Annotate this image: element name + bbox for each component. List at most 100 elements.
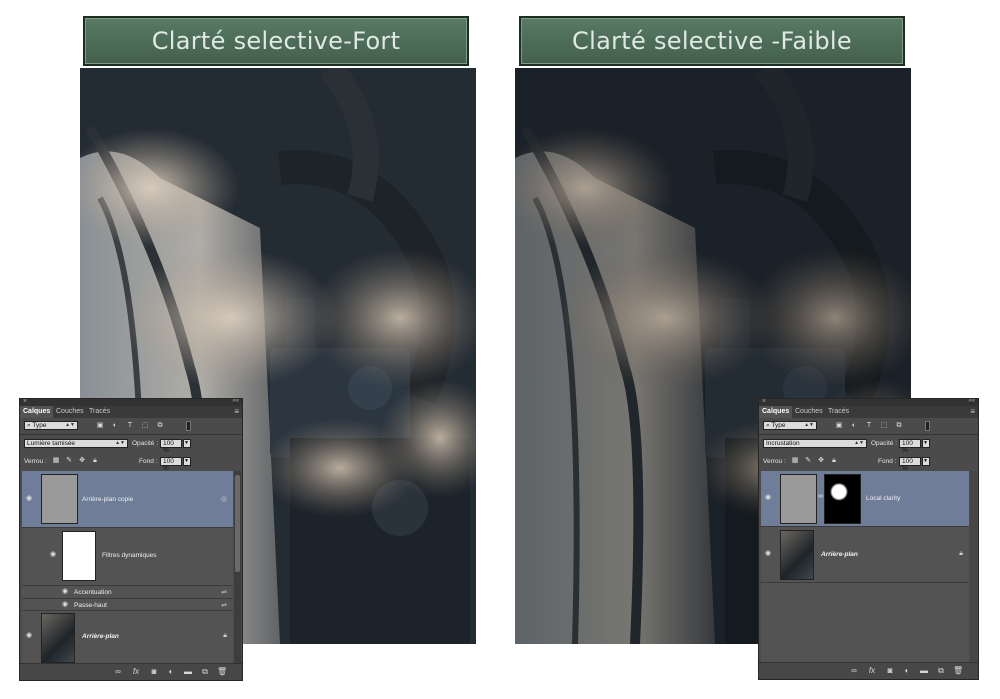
layer-row-arriere-plan[interactable]: ◉ Arrière-plan 🔒︎ <box>761 527 969 583</box>
tab-traces[interactable]: Tracés <box>825 406 852 418</box>
eye-icon[interactable]: ◉ <box>765 550 773 557</box>
close-icon[interactable]: × <box>762 398 766 405</box>
trash-icon[interactable]: 🗑︎ <box>217 667 227 676</box>
layer-name: Filtres dynamiques <box>102 552 157 559</box>
eye-icon[interactable]: ◉ <box>62 601 70 608</box>
lock-image-icon[interactable]: ✎ <box>65 457 73 465</box>
folder-icon[interactable]: ▬ <box>919 666 929 675</box>
layer-row-accentuation[interactable]: ◉ Accentuation ⇌ <box>22 586 233 599</box>
collapse-icon[interactable]: «« <box>232 398 239 404</box>
adjustment-filter-icon[interactable]: ◐ <box>111 422 119 430</box>
smart-object-filter-icon[interactable]: ⧉ <box>156 422 164 430</box>
layer-thumbnail <box>41 613 75 663</box>
chevron-down-icon: ▲▼ <box>65 422 75 428</box>
search-icon: ⌕ <box>27 422 31 429</box>
pixel-filter-icon[interactable]: ▣ <box>835 422 843 430</box>
fx-icon[interactable]: fx <box>867 666 877 675</box>
filter-toggle[interactable] <box>186 421 191 431</box>
layer-row-passe-haut[interactable]: ◉ Passe-haut ⇌ <box>22 599 233 611</box>
type-filter-icon[interactable]: T <box>865 422 873 430</box>
title-banner-fort: Clarté selective-Fort <box>83 16 469 66</box>
eye-icon[interactable]: ◉ <box>765 494 773 501</box>
eye-icon[interactable]: ◉ <box>62 588 70 595</box>
eye-icon[interactable]: ◉ <box>50 551 58 558</box>
pixel-filter-icon[interactable]: ▣ <box>96 422 104 430</box>
link-icon[interactable]: ∞ <box>849 666 859 675</box>
lock-transparent-icon[interactable]: ▦ <box>52 457 60 465</box>
lock-label: Verrou : <box>763 458 786 465</box>
panel-menu-icon[interactable]: ≡ <box>234 406 239 418</box>
mask-icon[interactable]: ◙ <box>885 666 895 675</box>
tab-calques[interactable]: Calques <box>759 406 793 418</box>
eye-icon[interactable]: ◉ <box>26 495 34 502</box>
fill-dropdown[interactable]: ▼ <box>183 457 191 466</box>
smart-object-filter-icon[interactable]: ⧉ <box>895 422 903 430</box>
link-icon[interactable]: ∞ <box>113 667 123 676</box>
panel-tabs: Calques Couches Tracés ≡ <box>759 406 978 418</box>
opacity-input[interactable]: 100 % <box>899 439 921 454</box>
opacity-dropdown[interactable]: ▼ <box>922 439 930 448</box>
lock-all-icon[interactable]: 🔒︎ <box>91 457 99 465</box>
title-banner-faible: Clarté selective -Faible <box>519 16 905 66</box>
layer-row-arriere-plan[interactable]: ◉ Arrière-plan 🔒︎ <box>22 611 233 667</box>
filter-options-icon[interactable]: ⇌ <box>221 601 227 609</box>
trash-icon[interactable]: 🗑︎ <box>953 666 963 675</box>
mask-thumbnail <box>824 474 861 524</box>
tab-traces[interactable]: Tracés <box>86 406 113 418</box>
fill-input[interactable]: 100 % <box>160 457 182 472</box>
scroll-thumb[interactable] <box>235 475 240 572</box>
filter-toggle[interactable] <box>925 421 930 431</box>
lock-label: Verrou : <box>24 458 47 465</box>
type-filter-icon[interactable]: T <box>126 422 134 430</box>
close-icon[interactable]: × <box>23 398 27 405</box>
lock-icon: 🔒︎ <box>959 550 963 557</box>
smart-filter-icon[interactable]: ◎ <box>221 495 227 503</box>
link-icon[interactable]: ∞ <box>818 493 823 500</box>
opacity-input[interactable]: 100 % <box>160 439 182 454</box>
fill-dropdown[interactable]: ▼ <box>922 457 930 466</box>
layer-row-local-clarity[interactable]: ◉ ∞ Local clarity <box>761 471 969 527</box>
layers-scrollbar[interactable] <box>234 471 241 664</box>
layers-list: ◉ ∞ Local clarity ◉ Arrière-plan 🔒︎ <box>761 471 969 663</box>
collapse-icon[interactable]: «« <box>968 398 975 404</box>
layers-panel-right: × «« Calques Couches Tracés ≡ ⌕ Type ▲▼ ▣… <box>758 398 979 680</box>
filter-kind-dropdown[interactable]: ⌕ Type ▲▼ <box>763 421 817 430</box>
panel-titlebar: × «« <box>759 398 978 406</box>
blend-mode-dropdown[interactable]: Lumière tamisée ▲▼ <box>24 439 128 448</box>
tab-couches[interactable]: Couches <box>792 406 826 418</box>
lock-image-icon[interactable]: ✎ <box>804 457 812 465</box>
lock-position-icon[interactable]: ✥ <box>817 457 825 465</box>
divider <box>759 434 978 435</box>
lock-all-icon[interactable]: 🔒︎ <box>830 457 838 465</box>
layer-row-filtres-dynamiques[interactable]: ◉ Filtres dynamiques <box>22 528 233 586</box>
shape-filter-icon[interactable]: ⬚ <box>880 422 888 430</box>
panel-menu-icon[interactable]: ≡ <box>970 406 975 418</box>
layers-scrollbar[interactable] <box>970 471 977 663</box>
adjustment-icon[interactable]: ◐ <box>166 667 176 676</box>
layer-name: Arrière-plan <box>82 633 119 640</box>
mask-icon[interactable]: ◙ <box>149 667 159 676</box>
folder-icon[interactable]: ▬ <box>183 667 193 676</box>
tab-couches[interactable]: Couches <box>53 406 87 418</box>
lock-row: Verrou : ▦ ✎ ✥ 🔒︎ Fond : 100 % ▼ <box>759 456 978 472</box>
layers-panel-left: × «« Calques Couches Tracés ≡ ⌕ Type ▲▼ ▣… <box>19 398 243 681</box>
adjustment-filter-icon[interactable]: ◐ <box>850 422 858 430</box>
fx-icon[interactable]: fx <box>131 667 141 676</box>
fill-input[interactable]: 100 % <box>899 457 921 472</box>
lock-position-icon[interactable]: ✥ <box>78 457 86 465</box>
adjustment-icon[interactable]: ◐ <box>902 666 912 675</box>
filter-options-icon[interactable]: ⇌ <box>221 588 227 596</box>
eye-icon[interactable]: ◉ <box>26 632 34 639</box>
layer-row-arriere-plan-copie[interactable]: ◉ Arrière-plan copie ◎ <box>22 471 233 528</box>
tab-calques[interactable]: Calques <box>20 406 54 418</box>
new-layer-icon[interactable]: ⧉ <box>200 667 210 676</box>
new-layer-icon[interactable]: ⧉ <box>936 666 946 675</box>
lock-row: Verrou : ▦ ✎ ✥ 🔒︎ Fond : 100 % ▼ <box>20 456 242 472</box>
lock-transparent-icon[interactable]: ▦ <box>791 457 799 465</box>
chevron-down-icon: ▲▼ <box>854 440 864 446</box>
filter-kind-dropdown[interactable]: ⌕ Type ▲▼ <box>24 421 78 430</box>
opacity-dropdown[interactable]: ▼ <box>183 439 191 448</box>
filter-row: ⌕ Type ▲▼ ▣ ◐ T ⬚ ⧉ <box>759 420 978 432</box>
blend-mode-dropdown[interactable]: Incrustation ▲▼ <box>763 439 867 448</box>
shape-filter-icon[interactable]: ⬚ <box>141 422 149 430</box>
